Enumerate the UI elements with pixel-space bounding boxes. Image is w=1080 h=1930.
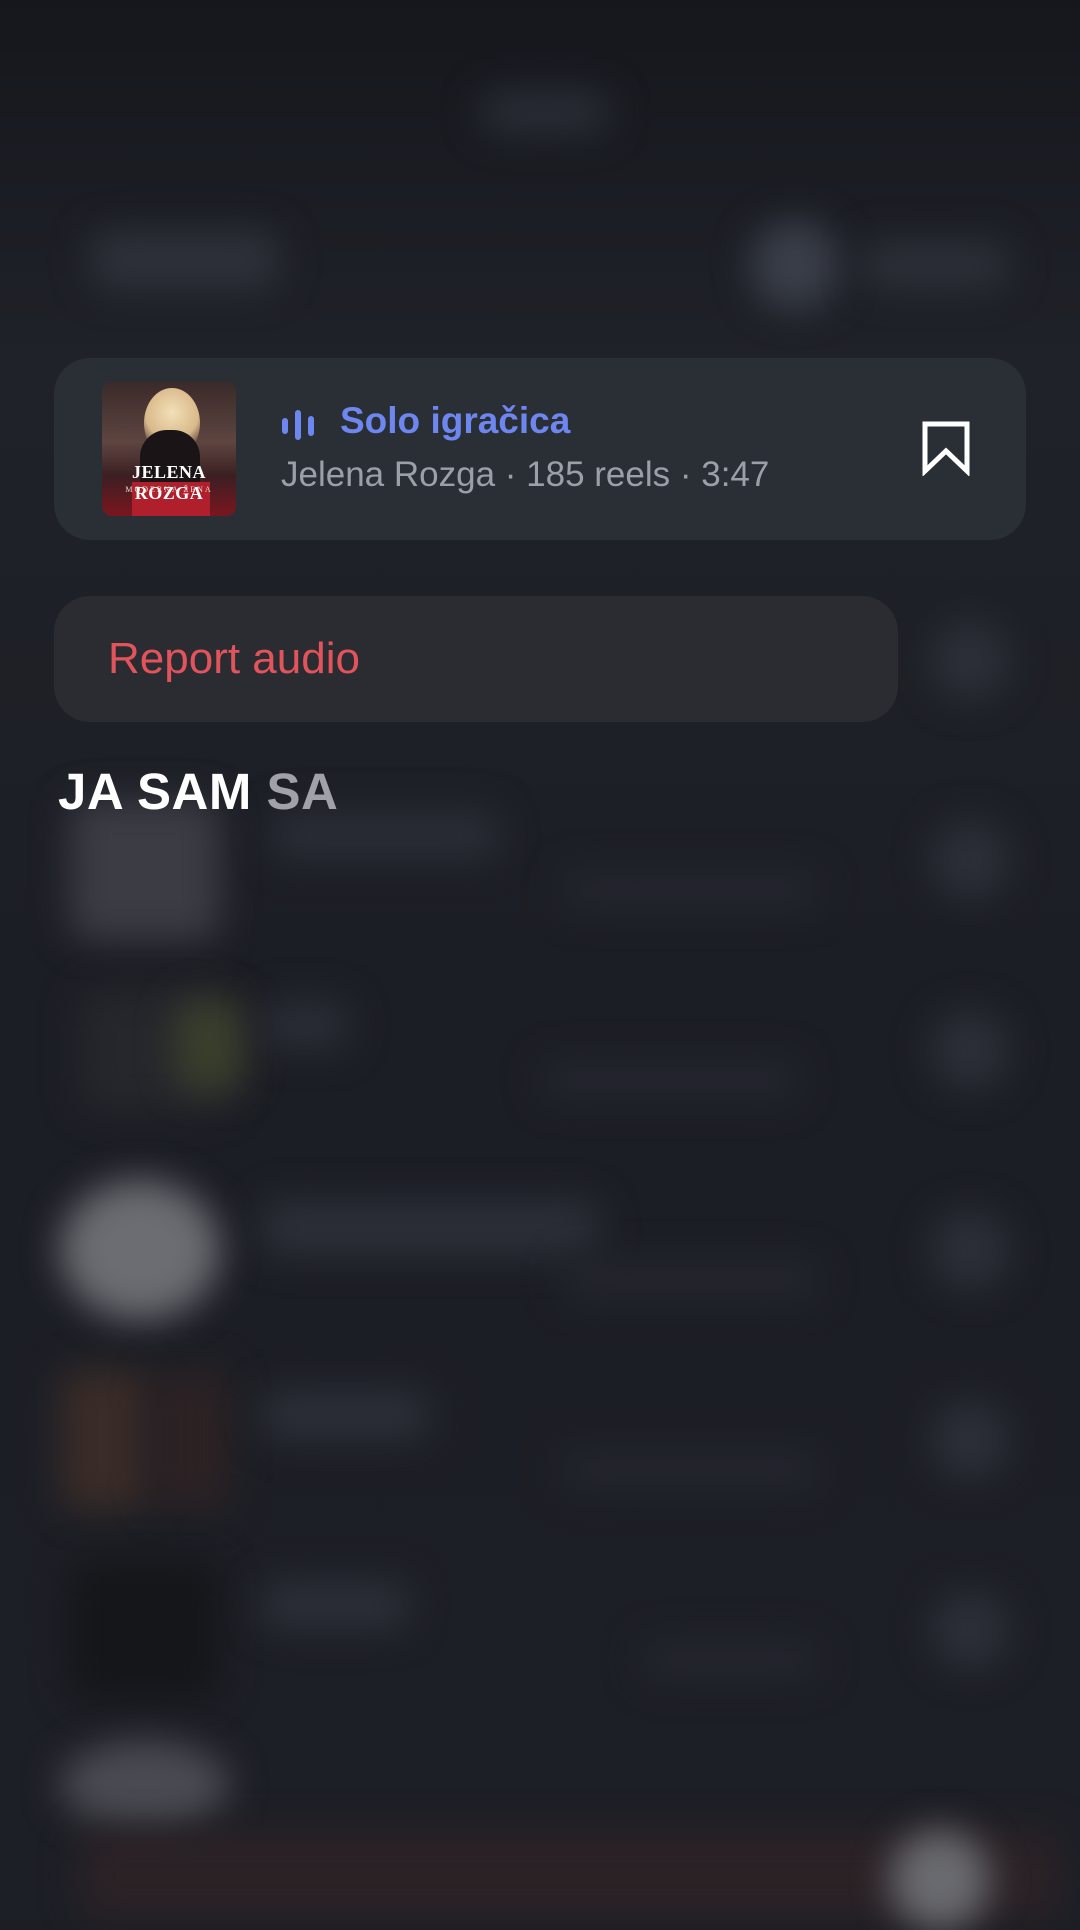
blurred-icon-shape bbox=[930, 1010, 1010, 1090]
blurred-icon-shape bbox=[930, 620, 1010, 700]
blurred-icon-shape bbox=[930, 820, 1010, 900]
lyric-active-words: JA SAM bbox=[58, 763, 252, 820]
blurred-avatar-shape bbox=[750, 220, 840, 310]
blurred-text-shape bbox=[260, 1580, 410, 1630]
blurred-text-shape bbox=[560, 1450, 820, 1490]
song-meta: Jelena Rozga · 185 reels · 3:47 bbox=[281, 455, 770, 494]
blurred-header-shape bbox=[480, 90, 610, 134]
blurred-thumbnail-shape bbox=[175, 1000, 245, 1090]
equalizer-icon bbox=[280, 410, 320, 440]
blurred-thumbnail-shape bbox=[60, 1740, 230, 1830]
blurred-thumbnail-shape bbox=[60, 1370, 150, 1510]
blurred-thumbnail-shape bbox=[70, 800, 220, 940]
blurred-thumbnail-shape bbox=[60, 1180, 220, 1320]
lyrics-line: JA SAM SA bbox=[58, 762, 338, 821]
blurred-text-shape bbox=[260, 1390, 430, 1440]
blurred-background bbox=[0, 0, 1080, 1930]
report-audio-label: Report audio bbox=[108, 634, 360, 683]
audio-card[interactable]: JELENA ROZGA MODERNA ŽENA Solo igračica … bbox=[54, 358, 1026, 540]
blurred-icon-shape bbox=[890, 1830, 990, 1930]
cover-album-text: MODERNA ŽENA bbox=[125, 485, 213, 494]
lyric-upcoming-words: SA bbox=[266, 763, 339, 820]
album-cover: JELENA ROZGA MODERNA ŽENA bbox=[102, 382, 236, 516]
blurred-text-shape bbox=[540, 1060, 800, 1100]
blurred-text-shape bbox=[560, 870, 820, 910]
blurred-text-shape bbox=[260, 1200, 600, 1256]
report-audio-button[interactable]: Report audio bbox=[54, 596, 898, 722]
blurred-text-shape bbox=[260, 1000, 350, 1050]
cover-artist-text: JELENA ROZGA bbox=[131, 462, 206, 503]
blurred-text-shape bbox=[640, 1640, 820, 1680]
blurred-text-shape bbox=[560, 1260, 820, 1300]
blurred-label-shape bbox=[860, 240, 1010, 290]
bookmark-icon[interactable] bbox=[920, 420, 972, 476]
blurred-label-shape bbox=[90, 230, 280, 290]
blurred-icon-shape bbox=[930, 1590, 1010, 1670]
blurred-icon-shape bbox=[930, 1210, 1010, 1290]
blurred-thumbnail-shape bbox=[70, 1560, 220, 1700]
blurred-icon-shape bbox=[930, 1400, 1010, 1480]
song-title[interactable]: Solo igračica bbox=[340, 400, 570, 442]
blurred-thumbnail-shape bbox=[150, 1370, 230, 1510]
